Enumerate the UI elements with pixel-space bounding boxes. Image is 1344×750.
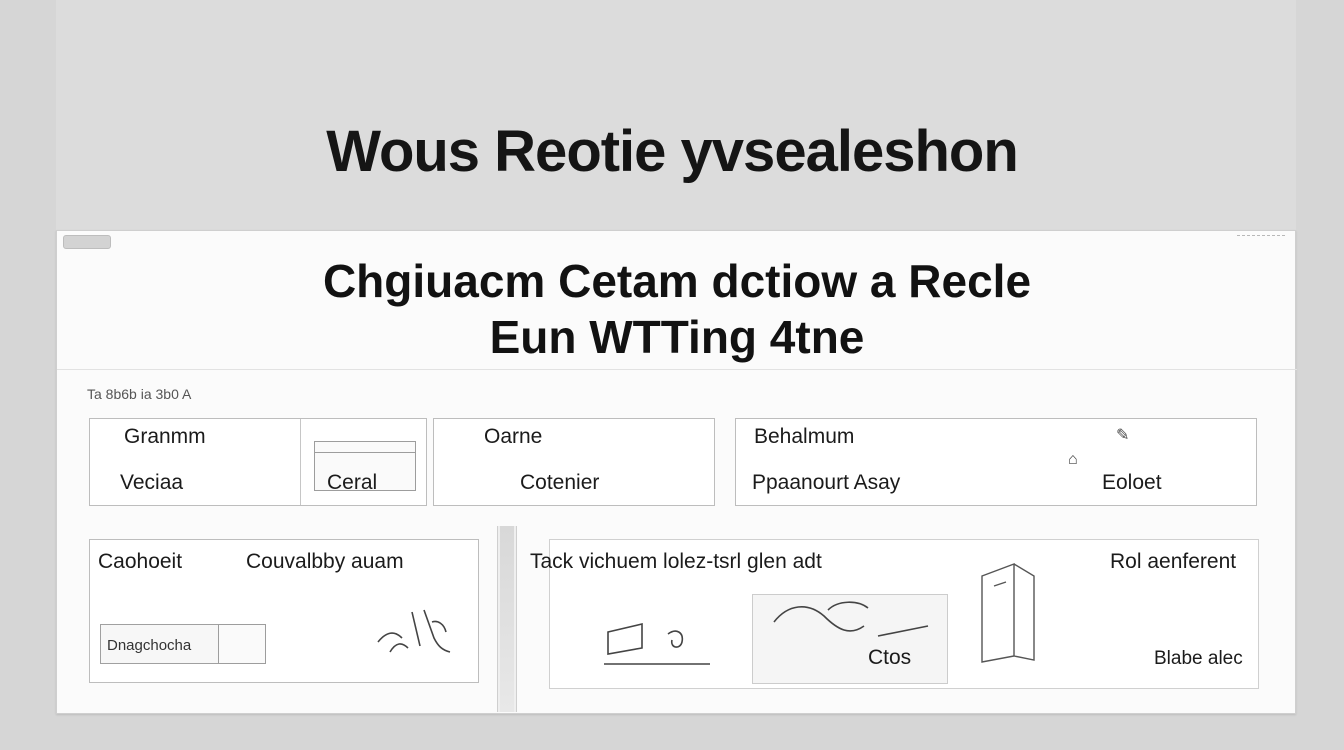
cabinet-sketch-icon — [974, 556, 1044, 670]
scrollbar-thumb[interactable] — [500, 526, 514, 712]
window-backdrop — [56, 0, 1296, 232]
main-panel: Chgiuacm Cetam dctiow a Recle Eun WTTing… — [56, 230, 1297, 714]
card-tack-caption-left: Ctos — [868, 646, 912, 669]
card-behalmum-side-label: Eoloet — [1102, 471, 1162, 494]
card-caohoeit-subtitle: Couvalbby auam — [246, 550, 404, 573]
figure-sketch-icon — [768, 596, 938, 656]
card-behalmum-sublabel: Ppaanourt Asay — [752, 471, 901, 494]
panel-corner-marker — [1237, 235, 1285, 238]
panel-heading: Chgiuacm Cetam dctiow a Recle Eun WTTing… — [57, 253, 1297, 365]
card-granmm-divider — [300, 419, 301, 505]
pencil-icon[interactable]: ✎ — [1116, 425, 1129, 445]
breadcrumb[interactable]: Ta 8b6b ia 3b0 A — [87, 386, 191, 402]
field-preview-icon — [218, 624, 266, 664]
panel-heading-line2: Eun WTTing 4tne — [489, 311, 865, 363]
card-granmm[interactable]: Granmm Veciaa Ceral — [89, 418, 427, 506]
page-title: Wous Reotie yvsealeshon — [326, 119, 1019, 184]
eraser-icon[interactable]: ⌂ — [1068, 451, 1078, 469]
card-tack[interactable]: Tack vichuem lolez-tsrl glen adt Rol aen… — [530, 539, 1259, 689]
hands-sketch-icon — [372, 602, 456, 666]
card-oarne[interactable]: Oarne Cotenier — [433, 418, 715, 506]
panel-heading-line1: Chgiuacm Cetam dctiow a Recle — [322, 255, 1032, 307]
card-caohoeit[interactable]: Caohoeit Couvalbby auam Dnagchocha — [89, 539, 479, 683]
mini-window-bar — [315, 452, 415, 453]
card-oarne-sublabel: Cotenier — [520, 471, 600, 494]
panel-divider — [57, 369, 1297, 370]
card-tack-title: Tack vichuem lolez-tsrl glen adt — [530, 550, 822, 573]
card-granmm-label: Granmm — [124, 425, 206, 448]
card-oarne-label: Oarne — [484, 425, 543, 448]
card-behalmum-label: Behalmum — [754, 425, 855, 448]
vertical-scrollbar[interactable] — [497, 526, 517, 712]
card-tack-side-title: Rol aenferent — [1110, 550, 1237, 573]
card-behalmum[interactable]: Behalmum Ppaanourt Asay ✎ ⌂ Eoloet — [735, 418, 1257, 506]
card-caohoeit-title: Caohoeit — [98, 550, 183, 573]
card-granmm-side-label: Ceral — [327, 471, 378, 494]
card-tack-caption-right: Blabe alec — [1154, 648, 1243, 669]
laptop-sketch-icon — [598, 614, 722, 670]
card-granmm-sublabel: Veciaa — [120, 471, 184, 494]
panel-grip-handle[interactable] — [63, 235, 111, 249]
